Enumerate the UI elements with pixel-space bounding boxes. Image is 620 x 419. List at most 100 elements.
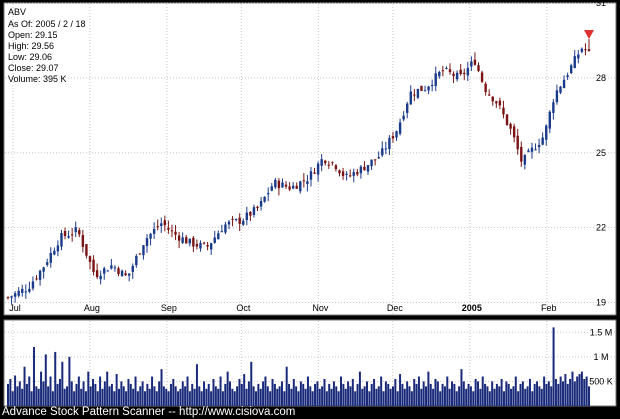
volume-bar — [476, 381, 479, 406]
volume-bar — [446, 376, 449, 406]
volume-tick-label: 1.5 M — [590, 327, 613, 337]
volume-bar — [415, 383, 418, 406]
candle-body — [206, 244, 209, 247]
candle-body — [438, 71, 441, 77]
volume-bar — [443, 386, 446, 406]
volume-bar — [479, 388, 482, 406]
candle-body — [256, 206, 259, 209]
candle-body — [377, 157, 380, 159]
volume-bar — [181, 381, 184, 406]
volume-bar — [101, 388, 104, 406]
volume-bar — [441, 383, 444, 406]
volume-bar — [377, 386, 380, 406]
candle-body — [49, 252, 52, 263]
candle-body — [284, 184, 288, 187]
volume-bar — [266, 386, 269, 406]
volume-bar — [89, 386, 92, 406]
candle-body — [209, 243, 213, 250]
volume-bar — [243, 374, 246, 406]
candle-body — [306, 181, 309, 185]
volume-bar — [172, 378, 175, 406]
candle-body — [498, 100, 502, 106]
candle-body — [302, 180, 306, 182]
volume-bar — [552, 327, 555, 406]
volume-bar — [434, 378, 437, 406]
candle-body — [487, 94, 491, 96]
volume-bar — [32, 347, 35, 406]
candle-body — [17, 290, 20, 296]
volume-bar — [408, 386, 411, 406]
candle-body — [569, 65, 573, 73]
volume-bar — [337, 391, 340, 406]
volume-bar — [245, 388, 248, 406]
candle-body — [395, 131, 398, 138]
volume-bar — [467, 383, 470, 406]
volume-bar — [550, 386, 553, 406]
volume-bar — [99, 376, 102, 406]
candle-body — [534, 149, 537, 151]
volume-bar — [474, 378, 477, 406]
candle-body — [420, 85, 423, 91]
candle-body — [177, 235, 181, 241]
volume-bar — [429, 383, 432, 406]
volume-bar — [502, 391, 505, 406]
candle-body — [106, 270, 110, 272]
candle-body — [163, 220, 167, 226]
candle-body — [352, 172, 355, 176]
candle-body — [416, 88, 420, 98]
candle-body — [259, 200, 263, 207]
date-tick-label: Oct — [236, 303, 251, 313]
candle-body — [398, 122, 402, 134]
volume-bar — [323, 378, 326, 406]
volume-bar — [439, 391, 442, 406]
candle-body — [459, 69, 462, 75]
volume-bar — [68, 356, 71, 406]
volume-bar — [186, 376, 189, 406]
volume-bar — [42, 381, 45, 406]
volume-bar — [384, 381, 387, 406]
volume-bar — [288, 383, 291, 406]
info-line: Close: 29.07 — [8, 63, 59, 73]
volume-bar — [257, 383, 260, 406]
candle-body — [274, 179, 277, 188]
candle-body — [409, 91, 412, 105]
candle-body — [580, 48, 584, 52]
price-tick-label: 19 — [596, 298, 606, 308]
volume-bar — [500, 378, 503, 406]
candle-body — [434, 73, 437, 87]
candle-body — [288, 186, 291, 190]
candle-body — [35, 278, 38, 280]
candle-body — [523, 154, 527, 165]
volume-bar — [118, 388, 121, 406]
volume-bar — [330, 388, 333, 406]
volume-bar — [455, 391, 458, 406]
candle-body — [502, 107, 505, 115]
candle-body — [545, 125, 548, 140]
volume-bar — [23, 366, 26, 406]
volume-bar — [297, 391, 300, 406]
candle-body — [356, 172, 359, 175]
volume-bar — [394, 378, 397, 406]
volume-bar — [106, 371, 109, 406]
volume-bar — [365, 381, 368, 406]
volume-bar — [309, 386, 312, 406]
volume-bar — [562, 381, 565, 406]
volume-bar — [238, 378, 241, 406]
candle-body — [195, 244, 199, 247]
volume-bar — [151, 376, 154, 406]
volume-bar — [531, 391, 534, 406]
volume-bar — [427, 371, 430, 406]
volume-bar — [512, 386, 515, 406]
volume-bar — [436, 381, 439, 406]
volume-bar — [233, 391, 236, 406]
volume-bar — [96, 391, 99, 406]
volume-bar — [585, 376, 588, 406]
volume-bar — [557, 383, 560, 406]
candle-body — [455, 72, 459, 80]
candle-body — [370, 159, 373, 167]
candle-body — [584, 49, 587, 51]
volume-bar — [198, 386, 201, 406]
volume-bar — [354, 391, 357, 406]
volume-bar — [486, 386, 489, 406]
volume-bar — [389, 388, 392, 406]
